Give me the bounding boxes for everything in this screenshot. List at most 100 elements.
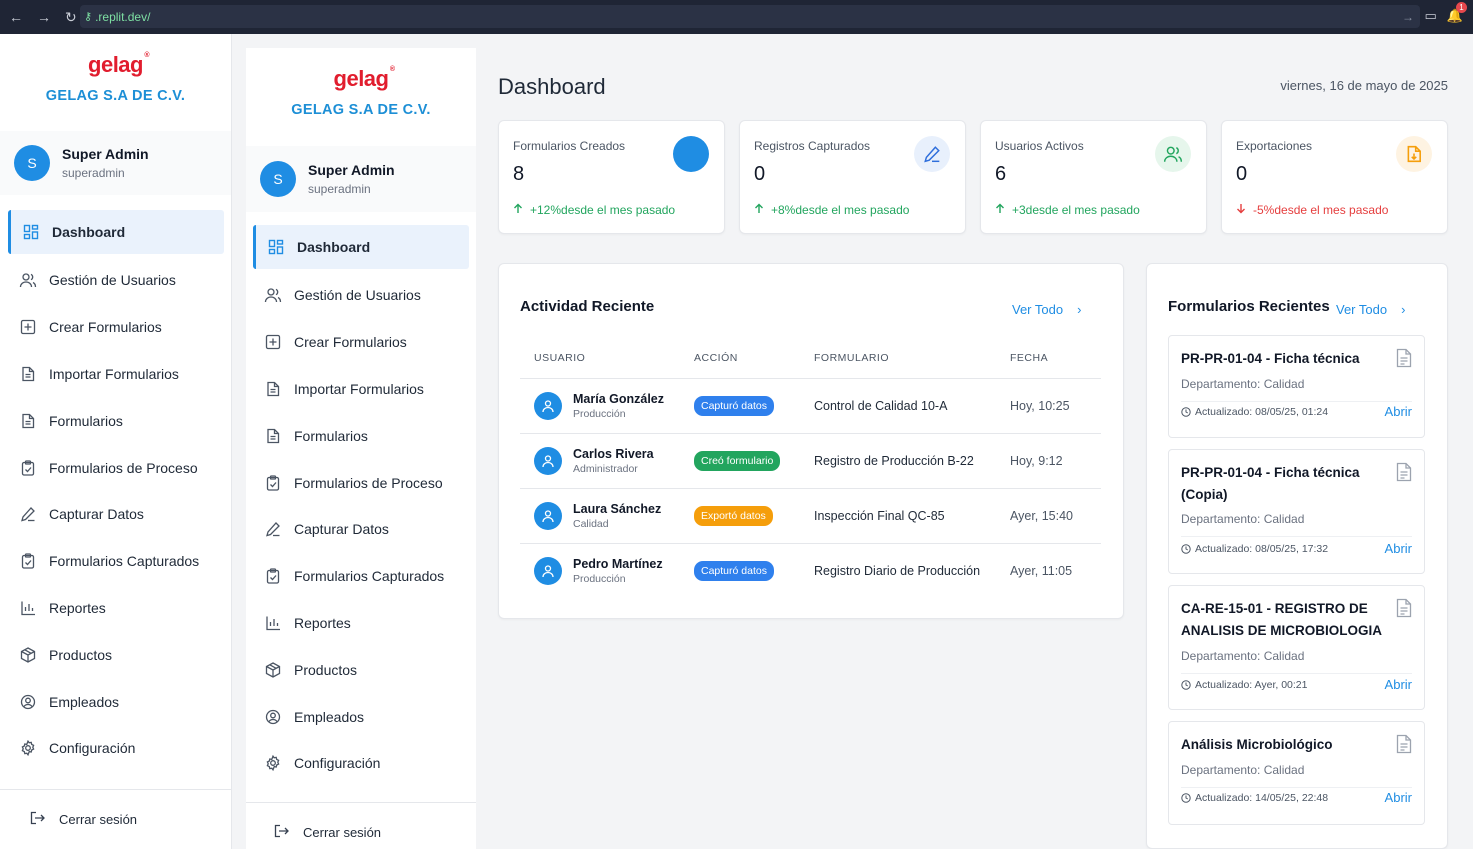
recent-form-card[interactable]: PR-PR-01-04 - Ficha técnica Departamento… [1168, 335, 1425, 438]
recent-forms-card: Formularios Recientes Ver Todo › PR-PR-01… [1146, 263, 1448, 849]
user-profile[interactable]: S Super Admin superadmin [0, 131, 231, 195]
reload-icon[interactable]: ↻ [65, 9, 77, 26]
stat-trend-text: +12%desde el mes pasado [530, 203, 676, 217]
sidebar-item-capturar-datos[interactable]: Capturar Datos [8, 491, 224, 538]
sidebar-item-configuracion[interactable]: Configuración [8, 725, 224, 772]
sidebar-item-reportes[interactable]: Reportes [8, 585, 224, 632]
view-all-label: Ver Todo [1012, 302, 1064, 317]
user-avatar [534, 501, 562, 530]
sidebar-item-label: Formularios Capturados [49, 553, 200, 570]
gear-icon [19, 739, 37, 757]
sidebar-item-empleados[interactable]: Empleados [8, 678, 224, 725]
sidebar-item-productos[interactable]: Productos [253, 646, 469, 693]
gelag-logo[interactable]: gelag ® [334, 66, 395, 92]
table-row[interactable]: Pedro Martínez Producción Capturó datos R… [520, 543, 1101, 598]
user-profile[interactable]: S Super Admin superadmin [246, 146, 476, 212]
sidebar-item-label: Formularios de Proceso [49, 459, 198, 476]
table-row[interactable]: María González Producción Capturó datos C… [520, 378, 1101, 434]
open-form-button[interactable]: Abrir [1385, 404, 1412, 419]
sidebar-item-label: Configuración [49, 740, 136, 757]
sidebar-item-dashboard[interactable]: Dashboard [8, 210, 224, 254]
sidebar-item-configuracion[interactable]: Configuración [253, 740, 469, 787]
recent-form-card[interactable]: Análisis Microbiológico Departamento: Ca… [1168, 721, 1425, 825]
sidebar-item-formularios-capturados[interactable]: Formularios Capturados [253, 553, 469, 600]
open-form-button[interactable]: Abrir [1385, 677, 1412, 692]
sidebar-item-label: Gestión de Usuarios [49, 272, 176, 289]
recent-forms-title: Formularios Recientes [1168, 298, 1330, 315]
stat-trend-text: +3desde el mes pasado [1012, 203, 1140, 217]
recent-form-card[interactable]: PR-PR-01-04 - Ficha técnica (Copia) Depa… [1168, 449, 1425, 574]
document-icon [1396, 348, 1412, 373]
sidebar-item-importar-formularios[interactable]: Importar Formularios [8, 351, 224, 398]
file-text-icon [19, 365, 37, 383]
row-user-dept: Producción [573, 572, 626, 585]
sidebar-item-gestion-de-usuarios[interactable]: Gestión de Usuarios [253, 272, 469, 319]
address-bar[interactable]: ⚷ .replit.dev/ → [80, 5, 1420, 28]
row-user-dept: Calidad [573, 517, 609, 530]
form-updated: Actualizado: 08/05/25, 01:24 [1181, 406, 1328, 418]
go-icon[interactable]: → [1402, 10, 1414, 24]
sidebar-item-label: Formularios [294, 427, 368, 444]
sidebar-item-formularios[interactable]: Formularios [8, 397, 224, 444]
table-row[interactable]: Laura Sánchez Calidad Exportó datos Inspe… [520, 488, 1101, 544]
back-icon[interactable]: ← [9, 9, 23, 26]
sidebar-item-dashboard[interactable]: Dashboard [253, 225, 469, 269]
sidebar-item-empleados[interactable]: Empleados [253, 693, 469, 740]
cast-icon[interactable]: ▭ [1425, 8, 1437, 24]
sidebar-item-formularios-de-proceso[interactable]: Formularios de Proceso [8, 444, 224, 491]
sidebar-item-label: Formularios [49, 412, 123, 429]
users-icon [1155, 136, 1191, 172]
sidebar-item-productos[interactable]: Productos [8, 631, 224, 678]
sidebar-item-formularios[interactable]: Formularios [253, 412, 469, 459]
dashboard-grid-icon [267, 238, 285, 256]
form-title: Análisis Microbiológico [1181, 737, 1333, 752]
gelag-logo[interactable]: gelag ® [88, 52, 149, 78]
form-title: CA-RE-15-01 - REGISTRO DE ANALISIS DE MI… [1181, 601, 1383, 638]
sidebar-item-crear-formularios[interactable]: Crear Formularios [8, 304, 224, 351]
pencil-icon [914, 136, 950, 172]
stat-value: 6 [995, 163, 1007, 185]
sidebar-item-formularios-de-proceso[interactable]: Formularios de Proceso [253, 459, 469, 506]
sidebar-item-crear-formularios[interactable]: Crear Formularios [253, 319, 469, 366]
recent-form-card[interactable]: CA-RE-15-01 - REGISTRO DE ANALISIS DE MI… [1168, 585, 1425, 710]
action-badge: Capturó datos [694, 395, 774, 416]
open-form-button[interactable]: Abrir [1385, 790, 1412, 805]
sidebar-item-formularios-capturados[interactable]: Formularios Capturados [8, 538, 224, 585]
sidebar-item-label: Formularios de Proceso [294, 474, 443, 491]
stat-card-registros-capturados: Registros Capturados 0 +8%desde el mes p… [739, 120, 966, 234]
form-department: Departamento: Calidad [1181, 649, 1305, 663]
form-updated-text: Actualizado: Ayer, 00:21 [1195, 679, 1308, 691]
stat-label: Exportaciones [1236, 139, 1313, 153]
form-department: Departamento: Calidad [1181, 512, 1305, 526]
row-form: Registro de Producción B-22 [814, 433, 1010, 489]
lock-icon: ⚷ [84, 11, 93, 23]
activity-view-all[interactable]: Ver Todo › [1012, 302, 1081, 317]
sidebar-item-capturar-datos[interactable]: Capturar Datos [253, 506, 469, 553]
sidebar-item-reportes[interactable]: Reportes [253, 600, 469, 647]
users-icon [264, 286, 282, 304]
sidebar-item-importar-formularios[interactable]: Importar Formularios [253, 366, 469, 413]
logout-button[interactable]: Cerrar sesión [0, 789, 231, 849]
sidebar-secondary: gelag ® GELAG S.A DE C.V. S Super Admin s… [246, 48, 476, 849]
notification-icon[interactable]: 🔔 1 [1447, 2, 1467, 24]
pencil-icon [264, 520, 282, 538]
stat-trend: +12%desde el mes pasado [513, 203, 675, 217]
divider [1181, 536, 1412, 537]
stat-value: 0 [1236, 163, 1248, 185]
sidebar-item-gestion-de-usuarios[interactable]: Gestión de Usuarios [8, 257, 224, 304]
row-date: Hoy, 9:12 [1010, 433, 1101, 489]
logout-button[interactable]: Cerrar sesión [246, 802, 476, 849]
row-date: Ayer, 11:05 [1010, 563, 1073, 578]
page-title: Dashboard [498, 74, 606, 99]
document-icon [1396, 598, 1412, 623]
recent-forms-view-all[interactable]: Ver Todo › [1336, 302, 1405, 317]
forward-icon[interactable]: → [37, 9, 51, 26]
table-row[interactable]: Carlos Rivera Administrador Creó formular… [520, 433, 1101, 489]
sidebar-item-label: Dashboard [52, 224, 126, 240]
open-form-button[interactable]: Abrir [1385, 541, 1412, 556]
url-text: .replit.dev/ [95, 9, 151, 24]
clipboard-check-icon [264, 474, 282, 492]
arrow-up-icon [995, 203, 1005, 217]
divider [1181, 787, 1412, 788]
chevron-right-icon: › [1077, 302, 1082, 317]
